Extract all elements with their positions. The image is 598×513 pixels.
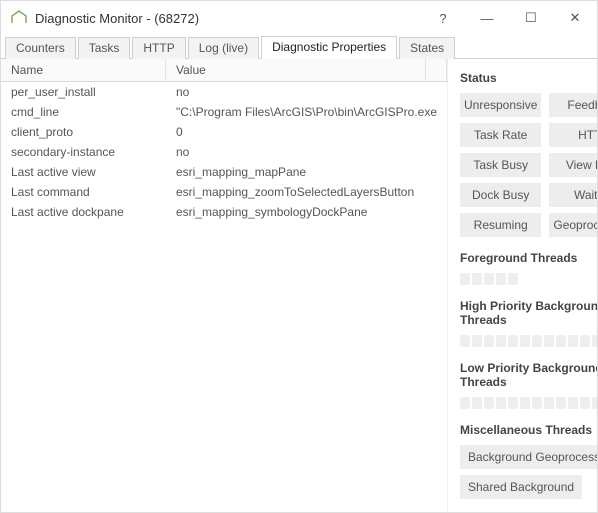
tab-http[interactable]: HTTP bbox=[132, 37, 185, 59]
status-http[interactable]: HTTP bbox=[549, 123, 597, 147]
cell-name: per_user_install bbox=[1, 82, 166, 102]
side-panel: Status Unresponsive Feedback Task Rate HTTP… bbox=[448, 59, 597, 512]
properties-panel: Name Value per_user_installnocmd_line"C:… bbox=[1, 59, 448, 512]
status-geoprocessing[interactable]: Geoprocessing bbox=[549, 213, 597, 237]
thread-section-title: Foreground Threads bbox=[460, 251, 597, 265]
thread-segment bbox=[568, 335, 578, 347]
cell-name: secondary-instance bbox=[1, 142, 166, 162]
thread-segment bbox=[568, 397, 578, 409]
cell-value: esri_mapping_zoomToSelectedLayersButton bbox=[166, 182, 447, 202]
table-row[interactable]: Last active dockpaneesri_mapping_symbolo… bbox=[1, 202, 447, 222]
table-row[interactable]: Last active viewesri_mapping_mapPane bbox=[1, 162, 447, 182]
cell-name: Last command bbox=[1, 182, 166, 202]
thread-segment bbox=[484, 397, 494, 409]
app-icon bbox=[11, 10, 27, 27]
close-button[interactable]: ✕ bbox=[553, 3, 597, 33]
minimize-button[interactable]: — bbox=[465, 3, 509, 33]
thread-segment bbox=[484, 273, 494, 285]
tab-tasks[interactable]: Tasks bbox=[78, 37, 131, 59]
misc-threads-title: Miscellaneous Threads bbox=[460, 423, 597, 437]
thread-segment bbox=[580, 397, 590, 409]
thread-section-title: High Priority Background Threads bbox=[460, 299, 597, 327]
thread-segment bbox=[556, 335, 566, 347]
thread-segment bbox=[544, 397, 554, 409]
thread-segment bbox=[460, 335, 470, 347]
status-task-rate[interactable]: Task Rate bbox=[460, 123, 541, 147]
thread-segment bbox=[556, 397, 566, 409]
table-row[interactable]: cmd_line"C:\Program Files\ArcGIS\Pro\bin… bbox=[1, 102, 447, 122]
thread-segment bbox=[460, 273, 470, 285]
status-waiting[interactable]: Waiting bbox=[549, 183, 597, 207]
help-button[interactable]: ? bbox=[421, 3, 465, 33]
table-row[interactable]: secondary-instanceno bbox=[1, 142, 447, 162]
cell-name: cmd_line bbox=[1, 102, 166, 122]
cell-name: Last active dockpane bbox=[1, 202, 166, 222]
thread-segment bbox=[580, 335, 590, 347]
column-header-spacer bbox=[426, 59, 447, 81]
status-task-busy[interactable]: Task Busy bbox=[460, 153, 541, 177]
thread-segment bbox=[532, 397, 542, 409]
thread-segment bbox=[472, 335, 482, 347]
tab-counters[interactable]: Counters bbox=[5, 37, 76, 59]
thread-segment bbox=[520, 397, 530, 409]
cell-value: esri_mapping_mapPane bbox=[166, 162, 447, 182]
status-grid: Unresponsive Feedback Task Rate HTTP Task Bu… bbox=[460, 93, 597, 237]
thread-segment bbox=[544, 335, 554, 347]
table-row[interactable]: Last commandesri_mapping_zoomToSelectedL… bbox=[1, 182, 447, 202]
thread-bar bbox=[460, 335, 597, 347]
thread-bar bbox=[460, 273, 597, 285]
thread-segment bbox=[592, 335, 597, 347]
cell-value: "C:\Program Files\ArcGIS\Pro\bin\ArcGISP… bbox=[166, 102, 447, 122]
thread-segment bbox=[508, 273, 518, 285]
thread-segment bbox=[472, 397, 482, 409]
thread-segment bbox=[472, 273, 482, 285]
thread-segment bbox=[508, 397, 518, 409]
cell-value: no bbox=[166, 142, 447, 162]
status-title: Status bbox=[460, 71, 597, 85]
window-title: Diagnostic Monitor - (68272) bbox=[35, 11, 199, 26]
grid-header-row: Name Value bbox=[1, 59, 447, 82]
thread-segment bbox=[496, 335, 506, 347]
titlebar: Diagnostic Monitor - (68272) ? — ☐ ✕ bbox=[1, 1, 597, 35]
thread-segment bbox=[508, 335, 518, 347]
thread-segment bbox=[484, 335, 494, 347]
thread-section-title: Low Priority Background Threads bbox=[460, 361, 597, 389]
thread-segment bbox=[460, 397, 470, 409]
cell-value: esri_mapping_symbologyDockPane bbox=[166, 202, 447, 222]
column-header-value[interactable]: Value bbox=[166, 59, 426, 81]
thread-segment bbox=[592, 397, 597, 409]
thread-segment bbox=[532, 335, 542, 347]
cell-value: no bbox=[166, 82, 447, 102]
cell-name: Last active view bbox=[1, 162, 166, 182]
thread-segment bbox=[496, 273, 506, 285]
misc-threads-list: Background Geoprocessing Shared Backgroun… bbox=[460, 445, 597, 499]
column-header-name[interactable]: Name bbox=[1, 59, 166, 81]
table-row[interactable]: client_proto0 bbox=[1, 122, 447, 142]
status-view-busy[interactable]: View Busy bbox=[549, 153, 597, 177]
table-row[interactable]: per_user_installno bbox=[1, 82, 447, 102]
status-unresponsive[interactable]: Unresponsive bbox=[460, 93, 541, 117]
thread-segment bbox=[496, 397, 506, 409]
cell-name: client_proto bbox=[1, 122, 166, 142]
thread-segment bbox=[520, 335, 530, 347]
tab-log-live-[interactable]: Log (live) bbox=[188, 37, 259, 59]
diagnostic-monitor-window: Diagnostic Monitor - (68272) ? — ☐ ✕ Cou… bbox=[0, 0, 598, 513]
tab-bar: CountersTasksHTTPLog (live)Diagnostic Pr… bbox=[1, 35, 597, 59]
tab-diagnostic-properties[interactable]: Diagnostic Properties bbox=[261, 36, 397, 59]
status-resuming[interactable]: Resuming bbox=[460, 213, 541, 237]
cell-value: 0 bbox=[166, 122, 447, 142]
misc-shared-background[interactable]: Shared Background bbox=[460, 475, 582, 499]
tab-states[interactable]: States bbox=[399, 37, 455, 59]
maximize-button[interactable]: ☐ bbox=[509, 3, 553, 33]
status-dock-busy[interactable]: Dock Busy bbox=[460, 183, 541, 207]
thread-bar bbox=[460, 397, 597, 409]
status-feedback[interactable]: Feedback bbox=[549, 93, 597, 117]
grid-body: per_user_installnocmd_line"C:\Program Fi… bbox=[1, 82, 447, 512]
misc-background-geoprocessing[interactable]: Background Geoprocessing bbox=[460, 445, 597, 469]
